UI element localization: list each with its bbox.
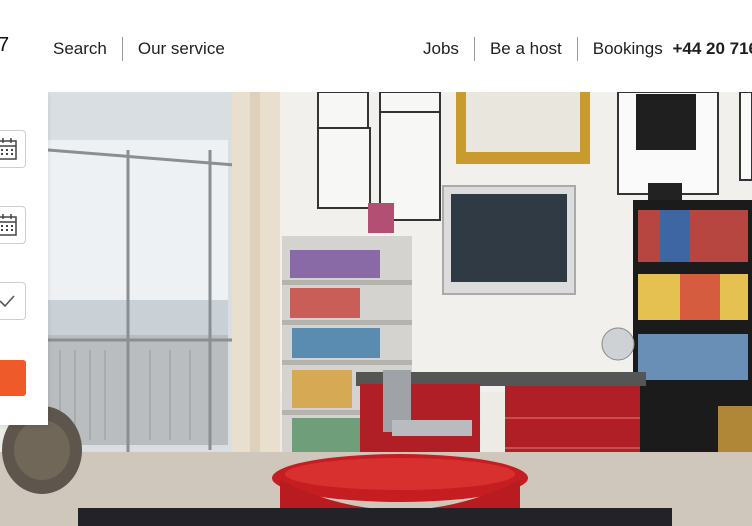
nav-search[interactable]: Search — [53, 39, 107, 59]
secondary-nav: Jobs Be a host Bookings +44 20 716 — [423, 37, 752, 61]
nav-divider — [473, 37, 475, 61]
calendar-icon — [0, 138, 17, 160]
guests-select[interactable] — [0, 282, 26, 320]
site-header: 7 Search Our service Jobs Be a host Book… — [0, 0, 752, 92]
hero-caption-bar — [78, 508, 672, 526]
chevron-down-icon — [0, 295, 15, 307]
nav-be-a-host[interactable]: Be a host — [490, 39, 562, 59]
search-submit-button[interactable] — [0, 360, 26, 396]
nav-divider — [121, 37, 123, 61]
check-out-date-field[interactable] — [0, 206, 26, 244]
nav-divider — [576, 37, 578, 61]
nav-bookings[interactable]: Bookings +44 20 716 — [593, 39, 752, 59]
main-nav: Search Our service — [53, 37, 225, 61]
phone-number[interactable]: +44 20 716 — [672, 39, 752, 58]
nav-jobs[interactable]: Jobs — [423, 39, 459, 59]
nav-our-service[interactable]: Our service — [138, 39, 225, 59]
logo[interactable]: 7 — [0, 34, 9, 57]
calendar-icon — [0, 214, 17, 236]
check-in-date-field[interactable] — [0, 130, 26, 168]
loft-apartment-photo — [0, 92, 752, 526]
hero-image — [0, 92, 752, 526]
booking-panel — [0, 92, 48, 425]
bookings-label: Bookings — [592, 39, 663, 58]
